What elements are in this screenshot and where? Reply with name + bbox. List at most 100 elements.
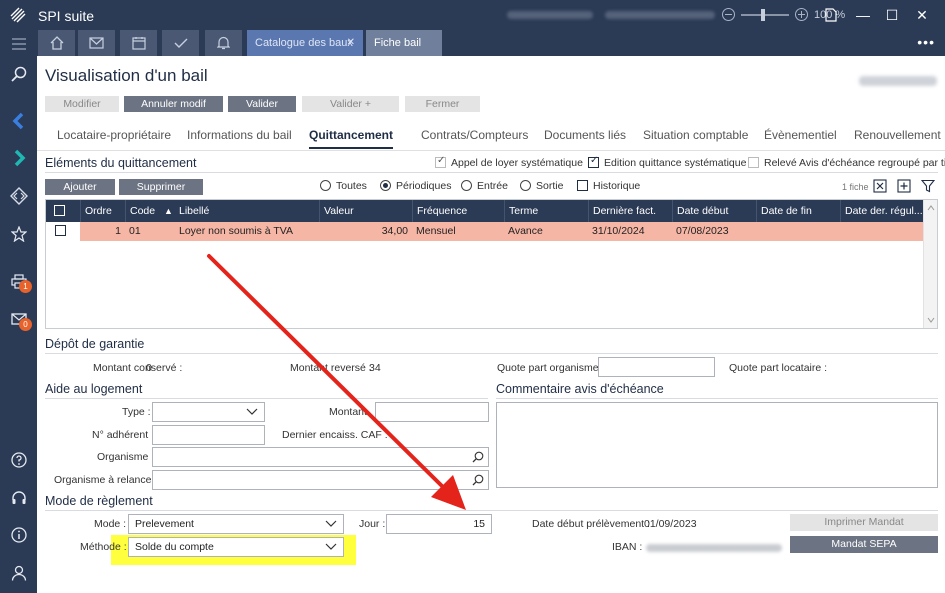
menu-icon: [11, 38, 26, 50]
calendar-icon: [131, 37, 146, 50]
document-icon[interactable]: [825, 8, 837, 22]
select-all-checkbox[interactable]: [54, 205, 65, 216]
valider-plus-button[interactable]: Valider +: [302, 96, 399, 112]
col-header-derniere-fact[interactable]: Dernière fact.: [588, 200, 672, 222]
info-icon: [10, 527, 27, 543]
edition-quittance-checkbox[interactable]: [588, 155, 599, 168]
section-divider: [45, 172, 938, 173]
appel-loyer-checkbox[interactable]: [435, 155, 446, 168]
section-title-reglement: Mode de règlement: [45, 494, 153, 508]
search-icon[interactable]: [472, 474, 484, 486]
tab-renouvellement[interactable]: Renouvellement: [854, 128, 941, 142]
mode-value: Prelevement: [135, 518, 194, 530]
filter-toutes-label: Toutes: [336, 180, 367, 192]
imprimer-mandat-button[interactable]: Imprimer Mandat: [790, 514, 938, 531]
quote-part-organisme-input[interactable]: [598, 357, 715, 377]
col-header-date-fin[interactable]: Date de fin: [756, 200, 840, 222]
releve-avis-checkbox[interactable]: [748, 157, 759, 168]
info-button[interactable]: [0, 521, 37, 549]
search-button[interactable]: [0, 60, 37, 88]
annuler-modif-button[interactable]: Annuler modif: [124, 96, 223, 112]
filter-icon[interactable]: [921, 179, 935, 193]
help-button[interactable]: [0, 446, 37, 474]
mail-icon: [89, 37, 104, 49]
adherent-input[interactable]: [152, 425, 265, 445]
select-all-cell[interactable]: [46, 200, 80, 222]
type-select[interactable]: [152, 402, 265, 422]
support-button[interactable]: [0, 484, 37, 512]
maximize-button[interactable]: ☐: [877, 5, 907, 25]
supprimer-button[interactable]: Supprimer: [119, 179, 203, 195]
tab-situation-comptable[interactable]: Situation comptable: [643, 128, 748, 142]
print-queue-button[interactable]: [0, 267, 37, 295]
calendar-button[interactable]: [120, 30, 158, 56]
col-header-frequence[interactable]: Fréquence: [412, 200, 504, 222]
tasks-button[interactable]: [162, 30, 200, 56]
home-icon: [50, 36, 63, 50]
col-header-libelle[interactable]: Libellé: [175, 200, 319, 222]
nav-forward-button[interactable]: [0, 144, 37, 172]
tab-documents-lies[interactable]: Documents liés: [544, 128, 626, 142]
nav-back-button[interactable]: [0, 107, 37, 135]
grid-scrollbar[interactable]: [923, 200, 937, 328]
montant-label: Montant: [329, 406, 367, 418]
col-header-date-regul[interactable]: Date der. régul...: [840, 200, 924, 222]
filter-periodiques-radio[interactable]: [380, 180, 391, 191]
modules-button[interactable]: [0, 182, 37, 210]
col-header-terme[interactable]: Terme: [504, 200, 588, 222]
ajouter-button[interactable]: Ajouter: [45, 179, 115, 195]
zoom-in-icon[interactable]: [795, 8, 808, 21]
sidebar: 1 0: [0, 30, 37, 593]
mode-select[interactable]: Prelevement: [128, 514, 344, 534]
more-menu-icon[interactable]: •••: [917, 34, 935, 50]
table-row[interactable]: 1 01 Loyer non soumis à TVA 34,00 Mensue…: [46, 222, 924, 241]
methode-select[interactable]: Solde du compte: [128, 537, 344, 557]
add-record-icon[interactable]: [897, 179, 911, 193]
page-title: Visualisation d'un bail: [45, 66, 208, 85]
scroll-down-icon[interactable]: [927, 317, 935, 323]
zoom-slider[interactable]: [741, 8, 789, 21]
organisme-relancer-input[interactable]: [152, 470, 489, 490]
col-header-ordre[interactable]: Ordre: [80, 200, 125, 222]
section-title-depot: Dépôt de garantie: [45, 337, 145, 351]
home-button[interactable]: [38, 30, 76, 56]
tab-evenementiel[interactable]: Évènementiel: [764, 128, 837, 142]
jour-input[interactable]: 15: [386, 514, 492, 534]
tab-locataire-proprietaire[interactable]: Locataire-propriétaire: [57, 128, 171, 142]
col-header-code[interactable]: Code: [125, 200, 161, 222]
tab-quittancement[interactable]: Quittancement: [309, 128, 394, 149]
historique-checkbox[interactable]: [577, 180, 588, 191]
col-header-date-debut[interactable]: Date début: [672, 200, 756, 222]
tab-contrats-compteurs[interactable]: Contrats/Compteurs: [421, 128, 528, 142]
organisme-input[interactable]: [152, 447, 489, 467]
tab-catalogue-des-baux[interactable]: Catalogue des baux ✕: [247, 30, 363, 56]
export-excel-icon[interactable]: [873, 179, 887, 193]
favorites-button[interactable]: [0, 220, 37, 248]
scroll-up-icon[interactable]: [927, 205, 935, 211]
menu-button[interactable]: [0, 30, 37, 58]
tab-informations-du-bail[interactable]: Informations du bail: [187, 128, 292, 142]
messages-button[interactable]: [0, 305, 37, 333]
filter-toutes-radio[interactable]: [320, 180, 331, 191]
mandat-sepa-button[interactable]: Mandat SEPA: [790, 536, 938, 553]
mail-button[interactable]: [78, 30, 116, 56]
cell-date-debut: 07/08/2023: [676, 225, 729, 237]
valider-button[interactable]: Valider: [228, 96, 296, 112]
filter-entree-radio[interactable]: [461, 180, 472, 191]
filter-sortie-radio[interactable]: [520, 180, 531, 191]
minimize-button[interactable]: —: [848, 5, 878, 25]
close-tab-icon[interactable]: ✕: [347, 30, 355, 56]
row-checkbox[interactable]: [55, 225, 66, 236]
notifications-button[interactable]: [205, 30, 243, 56]
zoom-out-icon[interactable]: [722, 8, 735, 21]
col-header-valeur[interactable]: Valeur: [319, 200, 412, 222]
historique-label: Historique: [593, 180, 641, 192]
modifier-button[interactable]: Modifier: [45, 96, 119, 112]
fermer-button[interactable]: Fermer: [405, 96, 480, 112]
close-button[interactable]: ✕: [907, 5, 937, 25]
montant-input[interactable]: [375, 402, 489, 422]
search-icon[interactable]: [472, 451, 484, 463]
commentaire-textarea[interactable]: [496, 402, 938, 488]
tab-fiche-bail[interactable]: Fiche bail: [366, 30, 442, 56]
account-button[interactable]: [0, 559, 37, 587]
